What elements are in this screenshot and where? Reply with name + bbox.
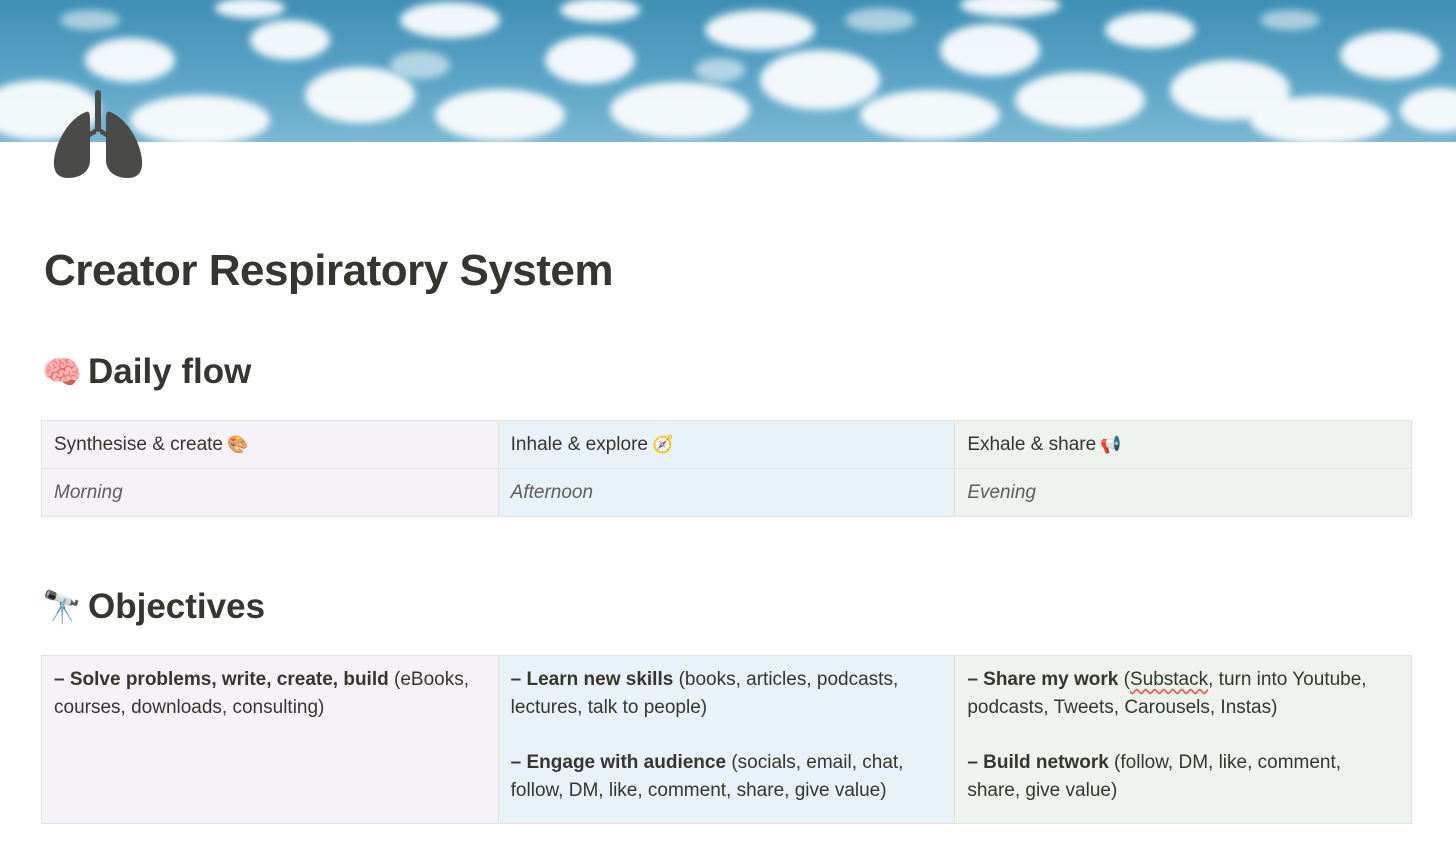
table-cell[interactable]: Exhale & share 📢 xyxy=(954,420,1412,469)
spellcheck-flagged-word[interactable]: Substack xyxy=(1130,669,1208,690)
objective-title: – Engage with audience xyxy=(510,752,727,773)
objective-item: – Engage with audience (socials, email, … xyxy=(511,749,943,805)
table-row: – Solve problems, write, create, build (… xyxy=(41,655,1412,824)
table-row: Morning Afternoon Evening xyxy=(41,468,1412,517)
brain-icon: 🧠 xyxy=(42,354,82,390)
cover-image[interactable] xyxy=(0,0,1456,142)
objective-detail-prefix: ( xyxy=(1118,669,1130,690)
table-cell[interactable]: Evening xyxy=(954,468,1412,517)
table-cell[interactable]: Synthesise & create 🎨 xyxy=(41,420,499,469)
objective-item: – Share my work (Substack, turn into You… xyxy=(967,666,1399,722)
objective-title: – Share my work xyxy=(967,669,1119,690)
table-cell[interactable]: Inhale & explore 🧭 xyxy=(497,420,956,469)
daily-flow-table: Synthesise & create 🎨 Inhale & explore 🧭 E… xyxy=(41,420,1412,517)
time-of-day: Morning xyxy=(54,481,123,503)
time-of-day: Evening xyxy=(967,481,1036,503)
sky-clouds-image xyxy=(0,0,1456,142)
objective-item: – Build network (follow, DM, like, comme… xyxy=(967,749,1399,805)
notion-page: Creator Respiratory System 🧠 Daily flow … xyxy=(0,0,1456,859)
daily-flow-heading: 🧠 Daily flow xyxy=(42,352,251,392)
objectives-heading-text: Objectives xyxy=(88,587,266,626)
lungs-icon[interactable] xyxy=(50,88,146,182)
objectives-heading: 🔭 Objectives xyxy=(42,587,265,627)
column-label: Synthesise & create xyxy=(54,433,223,455)
column-label: Exhale & share xyxy=(967,433,1097,455)
objective-title: – Solve problems, write, create, build xyxy=(54,669,389,690)
objective-item: – Solve problems, write, create, build (… xyxy=(54,666,486,722)
table-cell[interactable]: – Learn new skills (books, articles, pod… xyxy=(497,655,956,824)
daily-flow-heading-text: Daily flow xyxy=(88,352,252,391)
compass-icon: 🧭 xyxy=(651,434,674,454)
telescope-icon: 🔭 xyxy=(42,589,82,625)
table-row: Synthesise & create 🎨 Inhale & explore 🧭 E… xyxy=(41,420,1412,469)
column-label: Inhale & explore xyxy=(510,433,648,455)
objective-title: – Learn new skills xyxy=(510,669,674,690)
table-cell[interactable]: – Solve problems, write, create, build (… xyxy=(41,655,499,824)
table-cell[interactable]: – Share my work (Substack, turn into You… xyxy=(954,655,1412,824)
time-of-day: Afternoon xyxy=(510,481,594,503)
palette-icon: 🎨 xyxy=(226,434,249,454)
objective-item: – Learn new skills (books, articles, pod… xyxy=(511,666,943,722)
table-cell[interactable]: Afternoon xyxy=(497,468,956,517)
page-title: Creator Respiratory System xyxy=(44,246,614,295)
objectives-table: – Solve problems, write, create, build (… xyxy=(41,655,1412,824)
table-cell[interactable]: Morning xyxy=(41,468,499,517)
objective-title: – Build network xyxy=(967,752,1109,773)
megaphone-icon: 📢 xyxy=(1100,434,1122,454)
